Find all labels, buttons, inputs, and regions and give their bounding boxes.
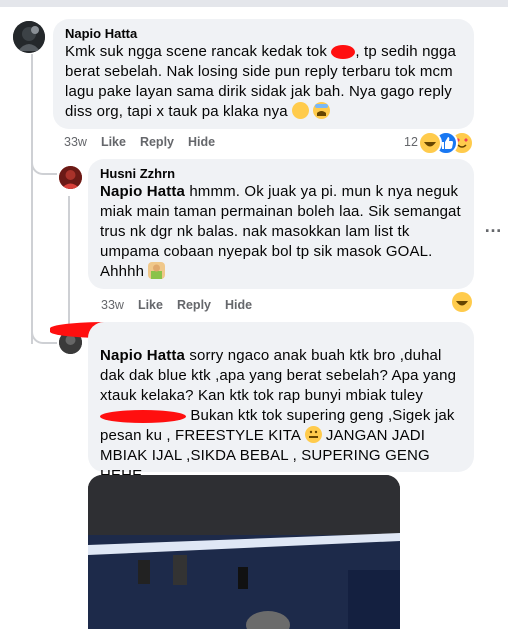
redaction-mark <box>331 45 356 60</box>
reply-text: Napio Hatta hmmm. Ok juak ya pi. mun k n… <box>100 183 461 280</box>
top-divider <box>0 0 508 7</box>
comment-text: Kmk suk ngga scene rancak kedak tok , tp… <box>65 43 457 120</box>
thread-line <box>31 54 33 344</box>
haha-reaction-icon <box>418 131 442 155</box>
mention-link[interactable]: Napio Hatta <box>100 183 185 200</box>
redacted-mention <box>100 409 186 423</box>
video-frame <box>88 475 400 629</box>
reaction-summary[interactable]: 12 <box>404 131 474 155</box>
disappointed-emoji <box>292 102 310 119</box>
hide-button[interactable]: Hide <box>188 135 215 149</box>
reply-author[interactable]: Husni Zzhrn <box>100 166 462 182</box>
avatar-image <box>13 21 45 53</box>
avatar[interactable] <box>59 166 82 189</box>
comment-bubble: Napio Hatta Kmk suk ngga scene rancak ke… <box>53 19 474 129</box>
reply-actions: 33w Like Reply Hide <box>101 298 252 312</box>
video-attachment[interactable] <box>88 475 400 629</box>
reply-button[interactable]: Reply <box>177 298 211 312</box>
zipper-mouth-emoji <box>304 426 322 443</box>
man-gesturing-emoji <box>148 262 166 279</box>
haha-reaction-icon[interactable] <box>452 292 472 312</box>
reaction-count: 12 <box>404 135 418 149</box>
comment-author[interactable]: Napio Hatta <box>65 26 462 42</box>
hide-button[interactable]: Hide <box>225 298 252 312</box>
comment-actions: 33w Like Reply Hide <box>64 135 215 149</box>
thread-line-reply <box>68 196 70 326</box>
avatar-image <box>59 166 82 189</box>
reply-bubble: Husni Zzhrn Napio Hatta hmmm. Ok juak ya… <box>88 159 474 289</box>
avatar[interactable] <box>13 21 45 53</box>
like-button[interactable]: Like <box>138 298 163 312</box>
reply-button[interactable]: Reply <box>140 135 174 149</box>
thread-branch <box>31 160 57 175</box>
mention-link[interactable]: Napio Hatta <box>100 347 185 364</box>
reply-time[interactable]: 33w <box>101 298 124 312</box>
reply-text: Napio Hatta sorry ngaco anak buah ktk br… <box>100 347 457 484</box>
comment-time[interactable]: 33w <box>64 135 87 149</box>
more-options-button[interactable]: … <box>484 216 503 237</box>
reply-bubble: Napio Hatta sorry ngaco anak buah ktk br… <box>88 322 474 484</box>
like-button[interactable]: Like <box>101 135 126 149</box>
fearful-emoji <box>313 102 331 119</box>
